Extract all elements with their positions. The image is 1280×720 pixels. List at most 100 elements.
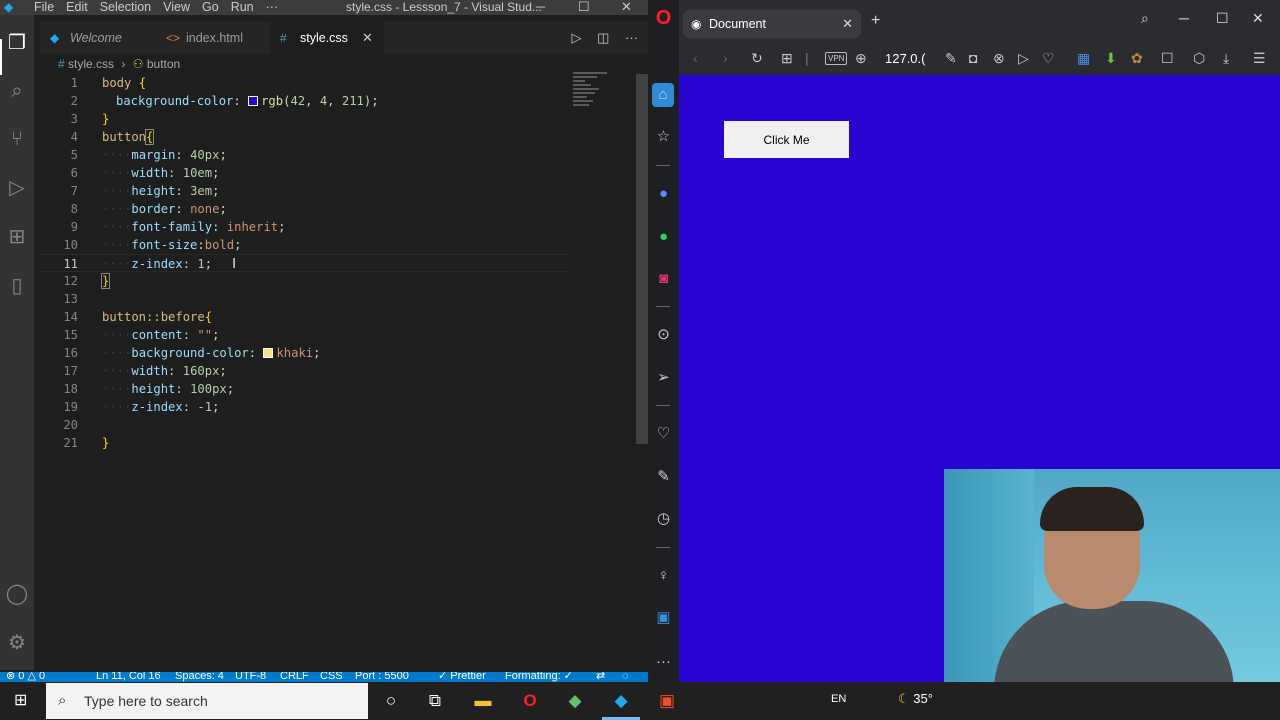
browser-tab[interactable]: ◉ Document ✕ bbox=[683, 10, 861, 38]
send-icon[interactable]: ▷ bbox=[1018, 49, 1029, 67]
prettier-status[interactable]: ✓ Prettier bbox=[438, 672, 486, 682]
breadcrumb-file[interactable]: style.css bbox=[68, 57, 114, 71]
whatsapp-icon[interactable]: ● bbox=[651, 225, 676, 249]
extensions-icon[interactable]: ⊞ bbox=[5, 225, 29, 249]
breadcrumb-symbol[interactable]: button bbox=[147, 57, 180, 71]
menu-go[interactable]: Go bbox=[202, 0, 227, 15]
split-editor-icon[interactable]: ◫ bbox=[597, 30, 609, 45]
color-swatch[interactable] bbox=[248, 96, 259, 106]
close-icon[interactable]: ✕ bbox=[1252, 10, 1264, 27]
vpn-badge[interactable]: VPN bbox=[825, 52, 848, 65]
opera-logo-icon[interactable]: O bbox=[651, 6, 676, 30]
heart-icon[interactable]: ♡ bbox=[651, 422, 676, 446]
snapshot-icon[interactable]: ✎ bbox=[651, 465, 676, 489]
more-actions-icon[interactable]: ··· bbox=[625, 30, 638, 45]
presentation-app-icon[interactable]: ▣ bbox=[655, 690, 679, 712]
bookmark-icon[interactable]: ▯ bbox=[5, 274, 29, 298]
menu-selection[interactable]: Selection bbox=[100, 0, 159, 15]
menu-run[interactable]: Run bbox=[231, 0, 262, 15]
run-icon[interactable]: ▷ bbox=[571, 30, 581, 45]
color-swatch[interactable] bbox=[263, 348, 274, 358]
feedback-icon[interactable]: ⇄ bbox=[596, 672, 605, 682]
taskbar-search[interactable]: ⌕ Type here to search bbox=[46, 683, 368, 719]
cube-icon[interactable]: ⬡ bbox=[1193, 49, 1205, 67]
source-control-icon[interactable]: ⑂ bbox=[5, 127, 29, 151]
windows-start-icon[interactable]: ⊞ bbox=[14, 692, 32, 710]
extension-icon[interactable]: ▣ bbox=[651, 606, 676, 630]
home-icon[interactable]: ⌂ bbox=[652, 83, 674, 107]
instagram-icon[interactable]: ◙ bbox=[651, 267, 676, 291]
maximize-icon[interactable]: ☐ bbox=[1216, 10, 1229, 27]
address-bar[interactable]: 127.0.( bbox=[885, 50, 925, 68]
git-icon[interactable]: ◆ bbox=[563, 690, 587, 712]
sidebar-divider bbox=[656, 405, 670, 406]
back-icon[interactable]: ‹ bbox=[693, 49, 698, 67]
minimize-icon[interactable]: ─ bbox=[536, 0, 545, 14]
vscode-icon[interactable]: ◆ bbox=[609, 690, 633, 712]
task-view-icon[interactable]: ⧉ bbox=[423, 690, 447, 712]
eol-status[interactable]: CRLF bbox=[280, 672, 309, 682]
send-icon[interactable]: ➢ bbox=[651, 366, 676, 390]
tab-style-css[interactable]: # style.css ✕ bbox=[270, 22, 384, 54]
search-icon[interactable]: ⌕ bbox=[1141, 10, 1149, 27]
speed-dial-icon[interactable]: ☆ bbox=[651, 125, 676, 149]
minimize-icon[interactable]: ─ bbox=[1179, 10, 1189, 26]
cursor-position[interactable]: Ln 11, Col 16 bbox=[96, 672, 161, 682]
run-debug-icon[interactable]: ▷ bbox=[5, 176, 29, 200]
download-icon[interactable]: ⤓ bbox=[1223, 49, 1229, 67]
menu-more[interactable]: ··· bbox=[266, 0, 287, 15]
more-icon[interactable]: ··· bbox=[651, 650, 676, 674]
problems-status[interactable]: ⊗ 0 △ 0 bbox=[6, 672, 45, 682]
indentation-status[interactable]: Spaces: 4 bbox=[175, 672, 224, 682]
tabs-grid-icon[interactable]: ⊞ bbox=[781, 49, 793, 67]
language-mode[interactable]: CSS bbox=[320, 672, 343, 682]
translate-icon[interactable]: ▦ bbox=[1077, 49, 1090, 67]
tab-welcome[interactable]: ◆ Welcome bbox=[40, 22, 156, 54]
menu-view[interactable]: View bbox=[163, 0, 198, 15]
editor-scrollbar[interactable] bbox=[636, 74, 648, 670]
scrollbar-thumb[interactable] bbox=[636, 74, 648, 444]
close-tab-icon[interactable]: ✕ bbox=[362, 22, 373, 54]
opera-icon[interactable]: O bbox=[518, 690, 542, 712]
code-editor[interactable]: 1 body { 2 background-color: rgb(42, 4, 21… bbox=[40, 74, 638, 670]
file-explorer-icon[interactable]: ▬ bbox=[471, 690, 495, 712]
extension-icon[interactable]: ✿ bbox=[1131, 49, 1143, 67]
code-line: 20 bbox=[40, 416, 570, 434]
reload-icon[interactable]: ↻ bbox=[751, 49, 763, 67]
menu-edit[interactable]: Edit bbox=[66, 0, 96, 15]
cortana-icon[interactable]: ○ bbox=[379, 690, 403, 712]
gear-icon[interactable]: ⚙ bbox=[5, 631, 29, 655]
messenger-icon[interactable]: ● bbox=[651, 182, 676, 206]
camera-icon[interactable]: ◘ bbox=[969, 49, 977, 67]
extensions-puzzle-icon[interactable]: ☐ bbox=[1161, 49, 1174, 67]
minimap[interactable] bbox=[573, 72, 635, 116]
lightbulb-icon[interactable]: ♀ bbox=[651, 564, 676, 588]
live-server-port[interactable]: Port : 5500 bbox=[355, 672, 409, 682]
account-icon[interactable]: ◯ bbox=[5, 582, 29, 606]
weather-widget[interactable]: ☾ 35° bbox=[898, 691, 933, 707]
player-icon[interactable]: ⊙ bbox=[651, 323, 676, 347]
maximize-icon[interactable]: ☐ bbox=[578, 0, 590, 14]
formatting-status[interactable]: Formatting: ✓ bbox=[505, 672, 573, 682]
new-tab-icon[interactable]: + bbox=[871, 12, 880, 30]
encoding-status[interactable]: UTF-8 bbox=[235, 672, 266, 682]
edit-icon[interactable]: ✎ bbox=[945, 49, 957, 67]
block-icon[interactable]: ⊗ bbox=[993, 49, 1005, 67]
menu-icon[interactable]: ☰ bbox=[1253, 49, 1266, 67]
code-line: 18 ····height: 100px; bbox=[40, 380, 570, 398]
close-tab-icon[interactable]: ✕ bbox=[842, 10, 853, 38]
close-icon[interactable]: ✕ bbox=[621, 0, 632, 14]
history-icon[interactable]: ◷ bbox=[651, 507, 676, 531]
explorer-icon[interactable]: ❐ bbox=[5, 31, 29, 55]
temperature: 35° bbox=[913, 691, 933, 706]
language-indicator[interactable]: EN bbox=[831, 693, 846, 705]
tab-index-html[interactable]: <> index.html bbox=[156, 22, 270, 54]
click-me-button[interactable]: Click Me bbox=[724, 121, 849, 158]
forward-icon[interactable]: › bbox=[723, 49, 728, 67]
heart-icon[interactable]: ♡ bbox=[1042, 49, 1055, 67]
download-helper-icon[interactable]: ⬇ bbox=[1105, 49, 1117, 67]
css-icon: # bbox=[58, 57, 65, 71]
search-icon[interactable]: ⌕ bbox=[5, 79, 29, 103]
menu-file[interactable]: File bbox=[34, 0, 62, 15]
notifications-icon[interactable]: ◌ bbox=[622, 672, 629, 682]
